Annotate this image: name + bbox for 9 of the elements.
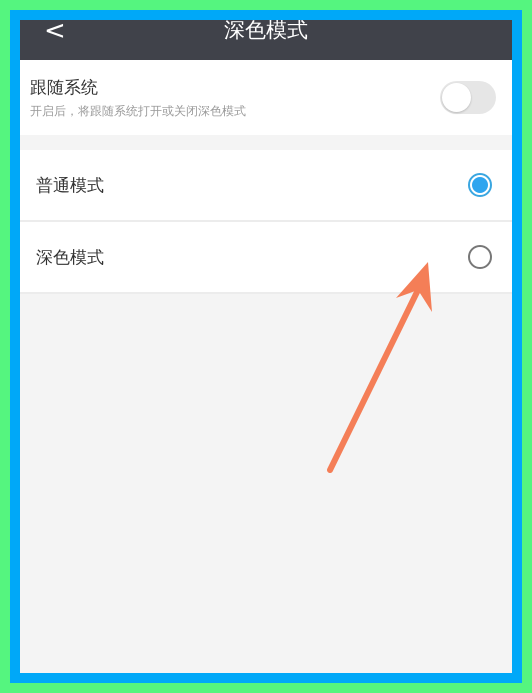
- toggle-switch[interactable]: [440, 81, 496, 114]
- setting-description: 开启后，将跟随系统打开或关闭深色模式: [30, 102, 246, 120]
- mode-option[interactable]: 深色模式: [20, 222, 512, 294]
- screen-title: 深色模式: [224, 20, 308, 44]
- mode-option[interactable]: 普通模式: [20, 150, 512, 222]
- radio-button[interactable]: [468, 173, 492, 197]
- setting-label: 跟随系统: [30, 76, 99, 98]
- back-button[interactable]: <: [34, 20, 76, 48]
- radio-button[interactable]: [468, 245, 492, 269]
